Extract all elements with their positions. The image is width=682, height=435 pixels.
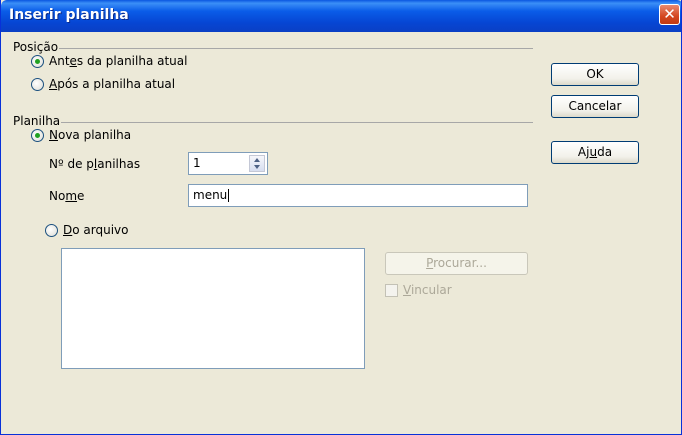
sheet-count-label: Nº de planilhas [49,157,141,171]
link-checkbox-box[interactable] [385,284,398,297]
dialog-body: Posição Antes da planilha atual Após a p… [5,32,679,432]
radio-new-label[interactable]: Nova planilha [49,128,131,142]
title-bar[interactable]: Inserir planilha ✕ [1,0,681,32]
radio-new-indicator[interactable] [31,129,44,142]
radio-file-indicator[interactable] [45,224,58,237]
browse-button[interactable]: Procurar... [385,252,528,275]
sheet-group-label: Planilha [13,114,61,128]
insert-sheet-dialog: Inserir planilha ✕ Posição Antes da plan… [0,0,682,435]
position-group-divider [59,48,533,49]
sheet-name-label: Nome [49,189,85,203]
radio-file-label[interactable]: Do arquivo [63,223,128,237]
cancel-button[interactable]: Cancelar [551,95,639,118]
link-checkbox-label[interactable]: Vincular [403,283,452,297]
sheet-group-divider [61,122,533,123]
radio-selected-dot [35,59,40,64]
radio-before-label[interactable]: Antes da planilha atual [49,54,187,68]
radio-after-label[interactable]: Após a planilha atual [49,77,175,91]
radio-after-indicator[interactable] [31,78,44,91]
help-button[interactable]: Ajuda [551,141,639,164]
sheet-count-value: 1 [193,156,201,170]
position-group-label: Posição [13,40,59,54]
dialog-title: Inserir planilha [9,7,129,23]
text-caret [228,189,230,202]
radio-before-indicator[interactable] [31,55,44,68]
spin-arrows-icon[interactable] [249,155,265,172]
sheet-name-value: menu [193,188,228,202]
radio-selected-dot [35,133,40,138]
file-sheets-listbox[interactable] [61,248,365,369]
sheet-count-stepper[interactable]: 1 [188,152,268,175]
ok-button[interactable]: OK [551,63,639,86]
sheet-name-input[interactable]: menu [188,184,528,207]
close-icon[interactable]: ✕ [659,4,680,25]
